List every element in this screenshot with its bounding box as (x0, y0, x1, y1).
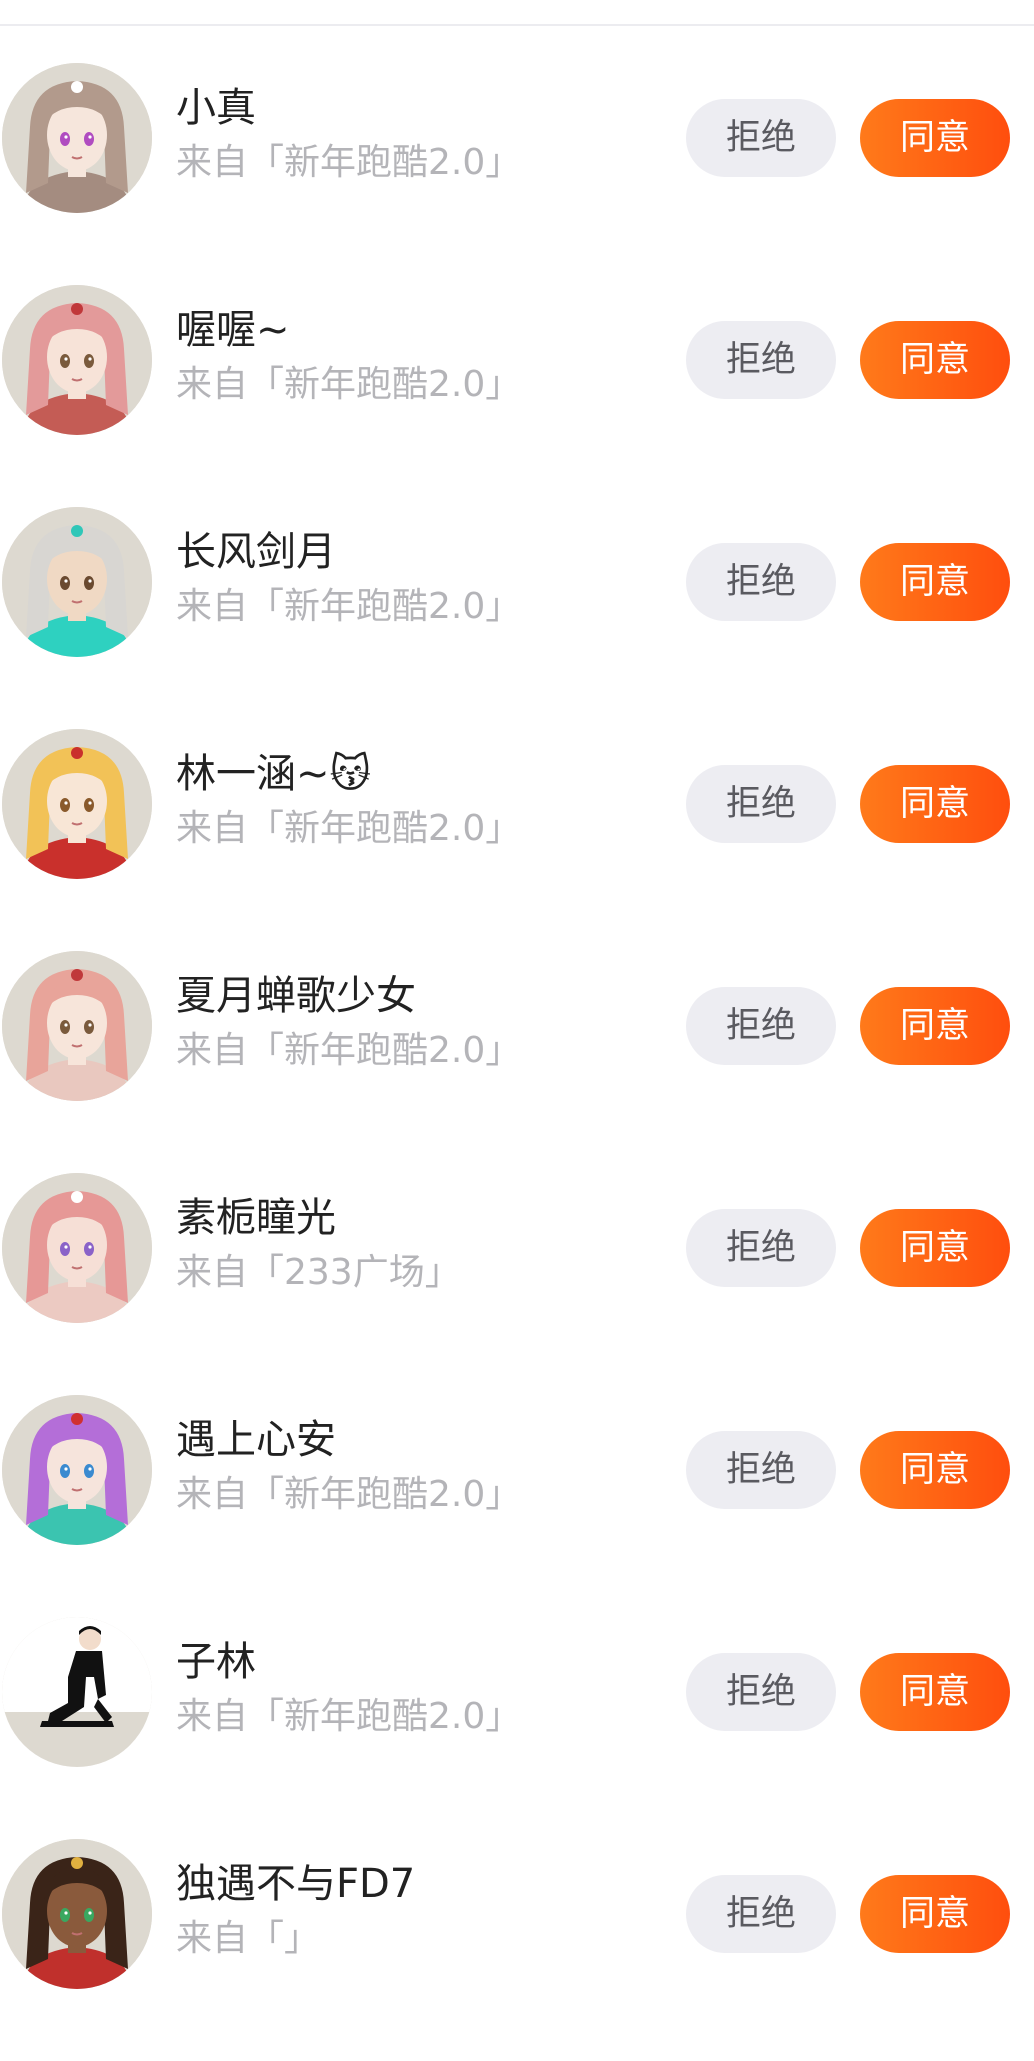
reject-button[interactable]: 拒绝 (686, 543, 836, 621)
reject-button[interactable]: 拒绝 (686, 99, 836, 177)
user-avatar[interactable] (2, 1617, 152, 1767)
request-source: 来自「新年跑酷2.0」 (176, 1696, 522, 1737)
top-divider (0, 24, 1034, 26)
accept-button[interactable]: 同意 (860, 987, 1010, 1065)
accept-button[interactable]: 同意 (860, 1653, 1010, 1731)
user-avatar[interactable] (2, 729, 152, 879)
request-source: 来自「新年跑酷2.0」 (176, 586, 522, 627)
user-avatar[interactable] (2, 1173, 152, 1323)
user-nickname: 遇上心安 (176, 1417, 336, 1463)
friend-request-row: 独遇不与FD7 来自「」 拒绝 同意 (0, 1839, 1034, 2061)
friend-request-row: 小真来自「新年跑酷2.0」 拒绝 同意 (0, 63, 1034, 285)
friend-request-row: 子林来自「新年跑酷2.0」 拒绝 同意 (0, 1617, 1034, 1839)
request-source: 来自「新年跑酷2.0」 (176, 364, 522, 405)
user-nickname: 小真 (176, 85, 256, 131)
reject-button[interactable]: 拒绝 (686, 1653, 836, 1731)
user-nickname: 素栀瞳光 (176, 1195, 336, 1241)
reject-button[interactable]: 拒绝 (686, 321, 836, 399)
reject-button[interactable]: 拒绝 (686, 765, 836, 843)
reject-button[interactable]: 拒绝 (686, 1209, 836, 1287)
accept-button[interactable]: 同意 (860, 99, 1010, 177)
accept-button[interactable]: 同意 (860, 1875, 1010, 1953)
reject-button[interactable]: 拒绝 (686, 1875, 836, 1953)
friend-request-row: 长风剑月来自「新年跑酷2.0」 拒绝 同意 (0, 507, 1034, 729)
request-source: 来自「新年跑酷2.0」 (176, 808, 522, 849)
user-nickname: 子林 (176, 1639, 256, 1685)
user-avatar[interactable] (2, 285, 152, 435)
request-source: 来自「新年跑酷2.0」 (176, 1474, 522, 1515)
request-source: 来自「新年跑酷2.0」 (176, 1030, 522, 1071)
accept-button[interactable]: 同意 (860, 765, 1010, 843)
accept-button[interactable]: 同意 (860, 543, 1010, 621)
user-nickname: 夏月蝉歌少女 (176, 973, 416, 1019)
user-nickname: 长风剑月 (176, 529, 336, 575)
user-nickname: 喔喔~ (176, 307, 290, 353)
friend-request-row: 素栀瞳光来自「233广场」 拒绝 同意 (0, 1173, 1034, 1395)
request-source: 来自「」 (176, 1918, 321, 1959)
user-avatar[interactable] (2, 1839, 152, 1989)
user-avatar[interactable] (2, 63, 152, 213)
friend-request-row: 夏月蝉歌少女来自「新年跑酷2.0」 拒绝 同意 (0, 951, 1034, 1173)
friend-request-list: 小真 来自「新年跑酷2.0」 拒绝 同意 喔喔~ 来自「新年跑酷2.0」 拒绝 同意 (0, 63, 1034, 2061)
user-nickname: 独遇不与FD7 (176, 1861, 416, 1907)
friend-request-row: 喔喔~ 来自「新年跑酷2.0」 拒绝 同意 (0, 285, 1034, 507)
request-source: 来自「新年跑酷2.0」 (176, 142, 522, 183)
accept-button[interactable]: 同意 (860, 321, 1010, 399)
accept-button[interactable]: 同意 (860, 1431, 1010, 1509)
user-avatar[interactable] (2, 951, 152, 1101)
reject-button[interactable]: 拒绝 (686, 1431, 836, 1509)
user-avatar[interactable] (2, 1395, 152, 1545)
friend-request-row: 遇上心安来自「新年跑酷2.0」 拒绝 同意 (0, 1395, 1034, 1617)
reject-button[interactable]: 拒绝 (686, 987, 836, 1065)
accept-button[interactable]: 同意 (860, 1209, 1010, 1287)
user-avatar[interactable] (2, 507, 152, 657)
friend-request-row: 林一涵~😽 来自「新年跑酷2.0」 拒绝 同意 (0, 729, 1034, 951)
user-nickname: 林一涵~😽 (176, 751, 372, 797)
request-source: 来自「233广场」 (176, 1252, 461, 1293)
